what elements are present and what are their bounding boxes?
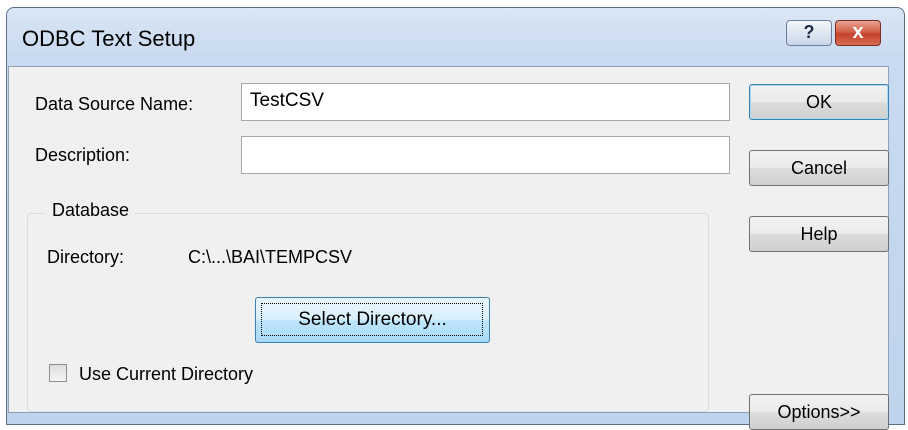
description-label: Description: xyxy=(35,145,131,165)
close-icon: x xyxy=(852,21,864,43)
help-button[interactable]: Help xyxy=(749,216,889,252)
dsn-label: Data Source Name: xyxy=(35,94,194,114)
description-input[interactable] xyxy=(241,136,730,174)
directory-value: C:\...\BAI\TEMPCSV xyxy=(188,247,353,267)
ok-button[interactable]: OK xyxy=(749,84,889,120)
dsn-input[interactable]: TestCSV xyxy=(241,83,730,121)
title-help-button[interactable]: ? xyxy=(786,20,832,46)
database-group-title: Database xyxy=(46,200,136,221)
title-close-button[interactable]: x xyxy=(835,20,881,46)
use-current-directory-checkbox[interactable] xyxy=(49,364,67,382)
focus-rectangle xyxy=(261,303,483,336)
help-icon: ? xyxy=(803,22,815,42)
window-title: ODBC Text Setup xyxy=(22,26,196,51)
cancel-button[interactable]: Cancel xyxy=(749,150,889,186)
dsn-input-value: TestCSV xyxy=(250,90,324,111)
directory-label: Directory: xyxy=(47,247,125,267)
use-current-directory-label[interactable]: Use Current Directory xyxy=(79,364,253,385)
